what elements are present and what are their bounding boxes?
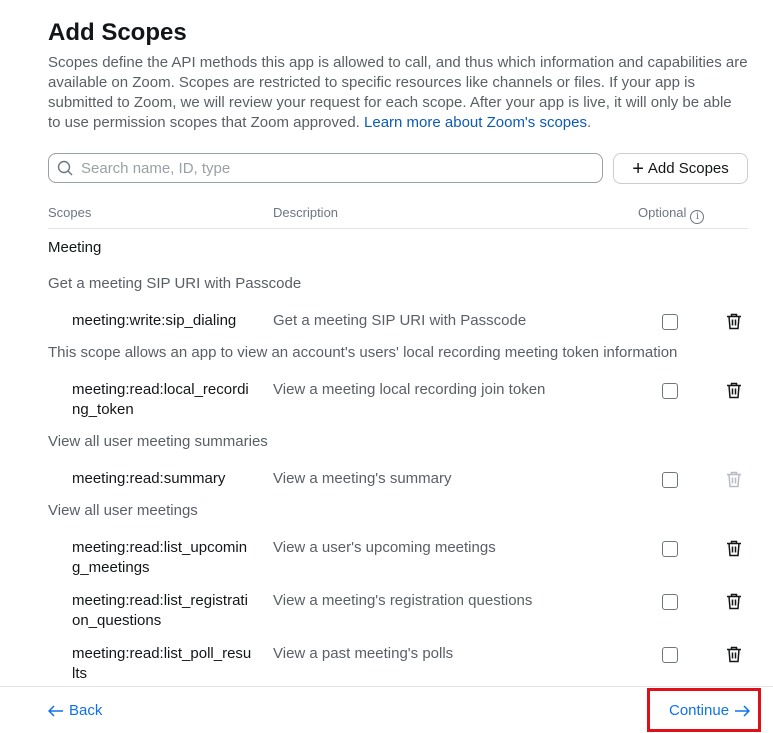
plus-icon: + — [632, 157, 644, 180]
scope-name: meeting:read:summary — [72, 470, 226, 487]
optional-checkbox[interactable] — [662, 647, 678, 663]
optional-checkbox[interactable] — [662, 472, 678, 488]
trash-icon[interactable] — [726, 593, 742, 610]
continue-label: Continue — [669, 702, 730, 719]
trash-icon — [727, 471, 741, 488]
continue-button[interactable]: Continue — [669, 702, 751, 719]
optional-label: Optional — [638, 205, 687, 220]
scope-description: View a user's upcoming meetings — [273, 539, 496, 556]
scope-description: Get a meeting SIP URI with Passcode — [273, 312, 527, 329]
intro-period: . — [587, 114, 592, 131]
scope-description: View a past meeting's polls — [273, 645, 454, 662]
info-icon[interactable]: i — [690, 210, 705, 224]
section-description: This scope allows an app to view an acco… — [48, 344, 678, 361]
scope-description: View a meeting local recording join toke… — [273, 381, 546, 398]
scope-name: meeting:read:list_registration_questions — [72, 592, 248, 629]
arrow-left-icon — [48, 704, 63, 717]
scope-name: meeting:write:sip_dialing — [72, 312, 237, 329]
search-box[interactable] — [48, 153, 603, 183]
header-divider — [48, 228, 748, 229]
page-title: Add Scopes — [48, 19, 187, 46]
trash-icon[interactable] — [726, 313, 742, 330]
intro-text: Scopes define the API methods this app i… — [48, 53, 748, 133]
optional-checkbox[interactable] — [662, 594, 678, 610]
optional-checkbox[interactable] — [662, 541, 678, 557]
column-header-description: Description — [273, 205, 339, 220]
add-scopes-button[interactable]: + Add Scopes — [613, 153, 748, 184]
footer-divider — [0, 686, 773, 687]
trash-icon[interactable] — [726, 646, 742, 663]
back-button[interactable]: Back — [48, 702, 102, 719]
search-input[interactable] — [79, 158, 583, 178]
scope-group-meeting: Meeting — [48, 239, 102, 256]
arrow-right-icon — [735, 704, 751, 717]
section-description: View all user meeting summaries — [48, 433, 268, 450]
trash-icon[interactable] — [726, 540, 742, 557]
search-icon — [57, 160, 73, 176]
optional-checkbox[interactable] — [662, 314, 678, 330]
scope-name: meeting:read:local_recording_token — [72, 381, 249, 418]
learn-more-link[interactable]: Learn more about Zoom's scopes — [364, 114, 587, 131]
optional-checkbox[interactable] — [662, 383, 678, 399]
column-header-scopes: Scopes — [48, 205, 92, 220]
add-scopes-label: Add Scopes — [647, 160, 729, 177]
scope-description: View a meeting's registration questions — [273, 592, 533, 609]
scope-name: meeting:read:list_poll_results — [72, 645, 252, 682]
scope-description: View a meeting's summary — [273, 470, 452, 487]
column-header-optional: Optional i — [638, 205, 705, 224]
section-description: View all user meetings — [48, 502, 198, 519]
back-label: Back — [69, 702, 103, 719]
trash-icon[interactable] — [726, 382, 742, 399]
scope-name: meeting:read:list_upcoming_meetings — [72, 539, 248, 576]
section-description: Get a meeting SIP URI with Passcode — [48, 275, 302, 292]
